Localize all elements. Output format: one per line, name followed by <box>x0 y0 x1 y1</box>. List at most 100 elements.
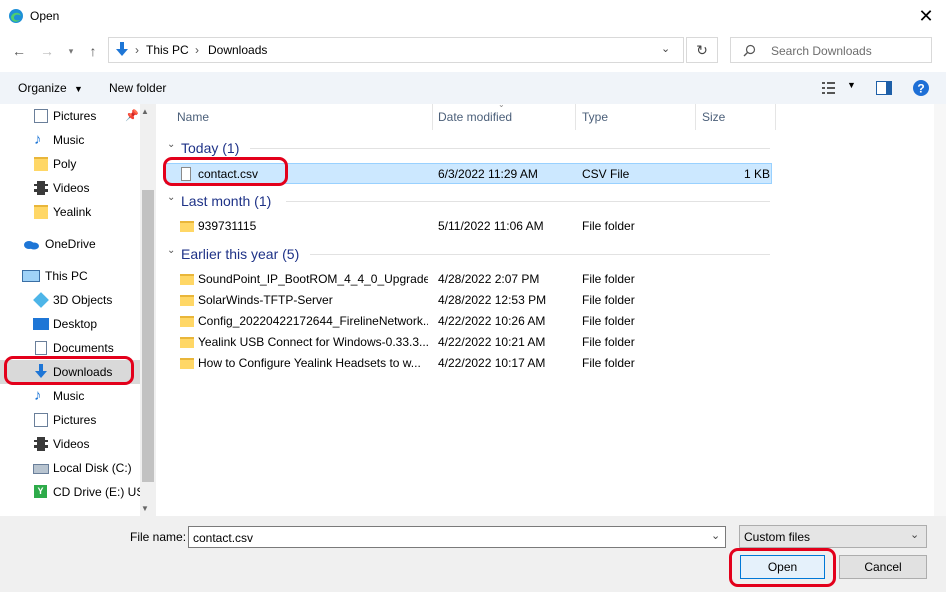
column-separator[interactable] <box>695 104 696 130</box>
highlight-downloads-annotation <box>4 356 134 385</box>
group-header-last-month[interactable]: Last month (1) <box>181 193 271 209</box>
sidebar-item-pictures[interactable]: Pictures 📌 <box>0 104 140 128</box>
file-type-select[interactable]: Custom files ⌄ <box>739 525 927 548</box>
chevron-down-icon[interactable]: ⌄ <box>711 529 720 542</box>
folder-icon <box>34 205 48 219</box>
date-modified: 5/11/2022 11:06 AM <box>438 219 544 233</box>
column-separator[interactable] <box>432 104 433 130</box>
view-list-icon <box>822 82 835 94</box>
scroll-down-icon[interactable]: ▼ <box>141 504 149 513</box>
file-name: 939731115 <box>198 219 257 233</box>
sidebar-item-poly[interactable]: Poly <box>0 152 140 176</box>
pin-icon: 📌 <box>125 110 139 122</box>
folder-icon <box>180 295 194 306</box>
sidebar-item-pictures-2[interactable]: Pictures <box>0 408 140 432</box>
group-header-today[interactable]: Today (1) <box>181 140 239 156</box>
sidebar-item-music-2[interactable]: ♪ Music <box>0 384 140 408</box>
scroll-up-icon[interactable]: ▲ <box>141 107 149 116</box>
organize-label: Organize <box>18 81 67 95</box>
table-row[interactable]: Config_20220422172644_FirelineNetwork...… <box>165 311 775 332</box>
chevron-down-icon[interactable]: ⌄ <box>167 245 175 256</box>
chevron-down-icon[interactable]: ⌄ <box>167 139 175 150</box>
onedrive-icon <box>24 241 39 250</box>
organize-menu[interactable]: Organize ▼ <box>18 81 83 95</box>
search-box[interactable]: Search Downloads <box>730 37 932 63</box>
refresh-icon: ↻ <box>696 42 708 58</box>
group-divider <box>250 148 770 149</box>
help-icon[interactable]: ? <box>913 80 929 96</box>
folder-icon <box>34 157 48 171</box>
group-divider <box>286 201 770 202</box>
file-type: File folder <box>582 356 635 370</box>
refresh-button[interactable]: ↻ <box>686 37 718 63</box>
sidebar-item-cd-drive[interactable]: Y CD Drive (E:) USB <box>0 480 140 504</box>
sidebar-item-onedrive[interactable]: OneDrive <box>0 232 140 256</box>
music-icon: ♪ <box>34 131 42 148</box>
date-modified: 4/22/2022 10:21 AM <box>438 335 546 349</box>
date-modified: 6/3/2022 11:29 AM <box>438 167 538 181</box>
sidebar-item-label: Poly <box>53 157 77 171</box>
new-folder-button[interactable]: New folder <box>109 81 166 95</box>
folder-icon <box>180 274 194 285</box>
sidebar-item-label: 3D Objects <box>53 293 113 307</box>
change-view-button[interactable]: ▼ <box>822 80 858 96</box>
folder-icon <box>180 221 194 232</box>
breadcrumb-this-pc[interactable]: This PC <box>146 43 189 57</box>
sidebar-item-3d-objects[interactable]: 3D Objects <box>0 288 140 312</box>
sidebar-item-local-disk[interactable]: Local Disk (C:) <box>0 456 140 480</box>
file-list-scrollbar[interactable] <box>934 104 946 516</box>
recent-locations-chevron-icon[interactable]: ▾ <box>62 42 80 60</box>
preview-pane-icon[interactable] <box>876 81 892 95</box>
file-name: Config_20220422172644_FirelineNetwork... <box>198 314 428 328</box>
column-separator[interactable] <box>575 104 576 130</box>
sidebar-item-videos-2[interactable]: Videos <box>0 432 140 456</box>
title-bar <box>0 0 946 32</box>
table-row[interactable]: Yealink USB Connect for Windows-0.33.3..… <box>165 332 775 353</box>
column-header-type[interactable]: Type <box>582 104 608 130</box>
sidebar-scrollbar-thumb[interactable] <box>142 190 154 482</box>
date-modified: 4/22/2022 10:17 AM <box>438 356 546 370</box>
column-header-name[interactable]: Name <box>177 104 209 130</box>
address-dropdown-chevron-icon[interactable]: ⌄ <box>661 42 670 55</box>
local-disk-icon <box>33 464 49 474</box>
sidebar-item-videos[interactable]: Videos <box>0 176 140 200</box>
file-name-value: contact.csv <box>193 531 254 545</box>
chevron-down-icon: ⌄ <box>910 529 920 541</box>
date-modified: 4/22/2022 10:26 AM <box>438 314 546 328</box>
group-header-earlier-this-year[interactable]: Earlier this year (5) <box>181 246 299 262</box>
sidebar-item-yealink[interactable]: Yealink <box>0 200 140 224</box>
documents-icon <box>35 341 47 355</box>
sort-indicator-icon: ⌄ <box>498 100 505 109</box>
file-type: File folder <box>582 272 635 286</box>
sidebar-item-label: This PC <box>45 269 88 283</box>
column-separator[interactable] <box>775 104 776 130</box>
breadcrumb-downloads[interactable]: Downloads <box>208 43 267 57</box>
cancel-button[interactable]: Cancel <box>839 555 927 579</box>
table-row[interactable]: How to Configure Yealink Headsets to w..… <box>165 353 775 374</box>
sidebar-item-label: CD Drive (E:) USB <box>53 485 140 499</box>
window-title: Open <box>30 9 60 23</box>
sidebar-item-label: Local Disk (C:) <box>53 461 132 475</box>
table-row[interactable]: SoundPoint_IP_BootROM_4_4_0_Upgrade... 4… <box>165 269 775 290</box>
address-bar[interactable]: › This PC › Downloads ⌄ <box>108 37 684 63</box>
date-modified: 4/28/2022 2:07 PM <box>438 272 540 286</box>
file-name: SoundPoint_IP_BootROM_4_4_0_Upgrade... <box>198 272 428 286</box>
sidebar-item-desktop[interactable]: Desktop <box>0 312 140 336</box>
table-row[interactable]: 939731115 5/11/2022 11:06 AM File folder <box>165 216 775 237</box>
back-arrow-icon[interactable]: ← <box>10 42 28 60</box>
close-icon[interactable]: ✕ <box>914 4 938 28</box>
file-name-label: File name: <box>130 530 187 544</box>
edge-browser-icon <box>9 9 23 23</box>
file-size: 1 KB <box>744 167 771 181</box>
sidebar-item-label: Pictures <box>53 109 97 123</box>
forward-arrow-icon[interactable]: → <box>38 42 56 60</box>
sidebar-item-this-pc[interactable]: This PC <box>0 264 140 288</box>
table-row[interactable]: SolarWinds-TFTP-Server 4/28/2022 12:53 P… <box>165 290 775 311</box>
sidebar-item-music[interactable]: ♪ Music <box>0 128 140 152</box>
column-header-size[interactable]: Size <box>702 104 725 130</box>
up-arrow-icon[interactable]: ↑ <box>84 42 102 60</box>
file-type: CSV File <box>582 167 630 181</box>
file-name-input[interactable]: contact.csv ⌄ <box>188 526 726 548</box>
chevron-down-icon[interactable]: ⌄ <box>167 192 175 203</box>
cd-drive-icon: Y <box>34 485 47 498</box>
